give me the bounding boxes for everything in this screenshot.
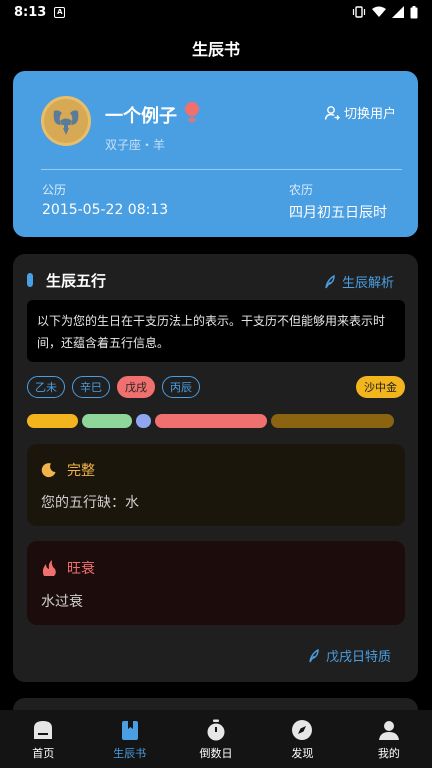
strength-panel: 旺衰 水过衰 (27, 541, 405, 625)
feather-icon (309, 648, 319, 662)
nav-discover-label: 发现 (291, 747, 314, 760)
nav-profile-label: 我的 (377, 747, 400, 760)
element-segment-wood (81, 414, 133, 428)
five-elements-bar (27, 414, 405, 428)
element-segment-water (136, 414, 151, 428)
nav-birthbook[interactable]: 生辰书 (86, 710, 172, 768)
stopwatch-icon (207, 719, 225, 741)
nayin-badge[interactable]: 沙中金 (356, 376, 405, 398)
home-icon (34, 721, 53, 739)
strength-text: 水过衰 (41, 594, 83, 610)
moon-icon (41, 463, 56, 478)
page-title: 生辰书 (191, 40, 240, 59)
user-zodiac: 双子座・羊 (105, 138, 166, 152)
switch-user-icon (324, 105, 340, 120)
birth-analysis-label: 生辰解析 (341, 276, 394, 291)
description-box: 以下为您的生日在干支历法上的表示。干支历不但能够用来表示时间，还蕴含着五行信息。 (27, 300, 405, 362)
user-name: 一个例子 (105, 106, 177, 127)
card-divider (41, 169, 402, 170)
nav-discover[interactable]: 发现 (259, 710, 345, 768)
switch-user-button[interactable]: 切换用户 (324, 103, 396, 122)
nav-home[interactable]: 首页 (0, 710, 86, 768)
book-icon (121, 721, 138, 740)
female-icon (185, 102, 199, 123)
nav-home-label: 首页 (32, 747, 55, 760)
nav-countdown-label: 倒数日 (199, 747, 233, 760)
pillar-tag-year[interactable]: 乙未 (27, 376, 65, 398)
notification-a-icon: A (54, 6, 66, 18)
battery-icon (410, 5, 418, 18)
pillar-tag-hour[interactable]: 丙辰 (162, 376, 200, 398)
gregorian-label: 公历 (42, 183, 67, 197)
pillar-tag-day[interactable]: 戊戌 (117, 376, 155, 398)
nav-birthbook-label: 生辰书 (113, 747, 147, 760)
section-marker (27, 273, 33, 287)
birth-analysis-link[interactable]: 生辰解析 (324, 272, 394, 291)
signal-icon (392, 6, 404, 18)
vibrate-icon (352, 6, 366, 18)
profile-icon (378, 721, 399, 740)
pillar-tag-month[interactable]: 辛巳 (72, 376, 110, 398)
element-segment-metal (27, 414, 78, 428)
pillar-tags: 乙未 辛巳 戊戌 丙辰 (27, 376, 200, 398)
compass-icon (292, 720, 313, 740)
zodiac-goat-avatar[interactable] (41, 96, 91, 146)
wuxing-card: 生辰五行 生辰解析 以下为您的生日在干支历法上的表示。干支历不但能够用来表示时间… (13, 254, 418, 682)
goat-icon (44, 99, 88, 143)
completeness-panel: 完整 您的五行缺：水 (27, 444, 405, 526)
status-icons (352, 5, 418, 19)
wifi-icon (372, 6, 386, 17)
switch-user-label: 切换用户 (343, 107, 396, 122)
section-title: 生辰五行 (46, 272, 107, 290)
element-segment-fire (154, 414, 268, 428)
fire-icon (42, 560, 56, 576)
nav-profile[interactable]: 我的 (346, 710, 432, 768)
completeness-text: 您的五行缺：水 (41, 495, 139, 511)
gregorian-value: 2015-05-22 08:13 (42, 202, 169, 218)
strength-title: 旺衰 (67, 561, 95, 577)
bottom-nav: 首页 生辰书 倒数日 发现 我的 (0, 710, 432, 768)
nav-countdown[interactable]: 倒数日 (173, 710, 259, 768)
status-bar: 8:13 A (0, 0, 432, 24)
day-trait-label: 戊戌日特质 (325, 650, 391, 665)
element-segment-earth (271, 414, 395, 428)
status-time: 8:13 (14, 4, 47, 20)
day-trait-link[interactable]: 戊戌日特质 (308, 646, 391, 665)
lunar-value: 四月初五日辰时 (289, 205, 387, 221)
lunar-label: 农历 (289, 183, 314, 197)
user-card: 一个例子 双子座・羊 切换用户 公历 2015-05-22 08:13 农历 四… (13, 71, 418, 237)
feather-icon (325, 274, 335, 288)
completeness-title: 完整 (67, 463, 95, 479)
